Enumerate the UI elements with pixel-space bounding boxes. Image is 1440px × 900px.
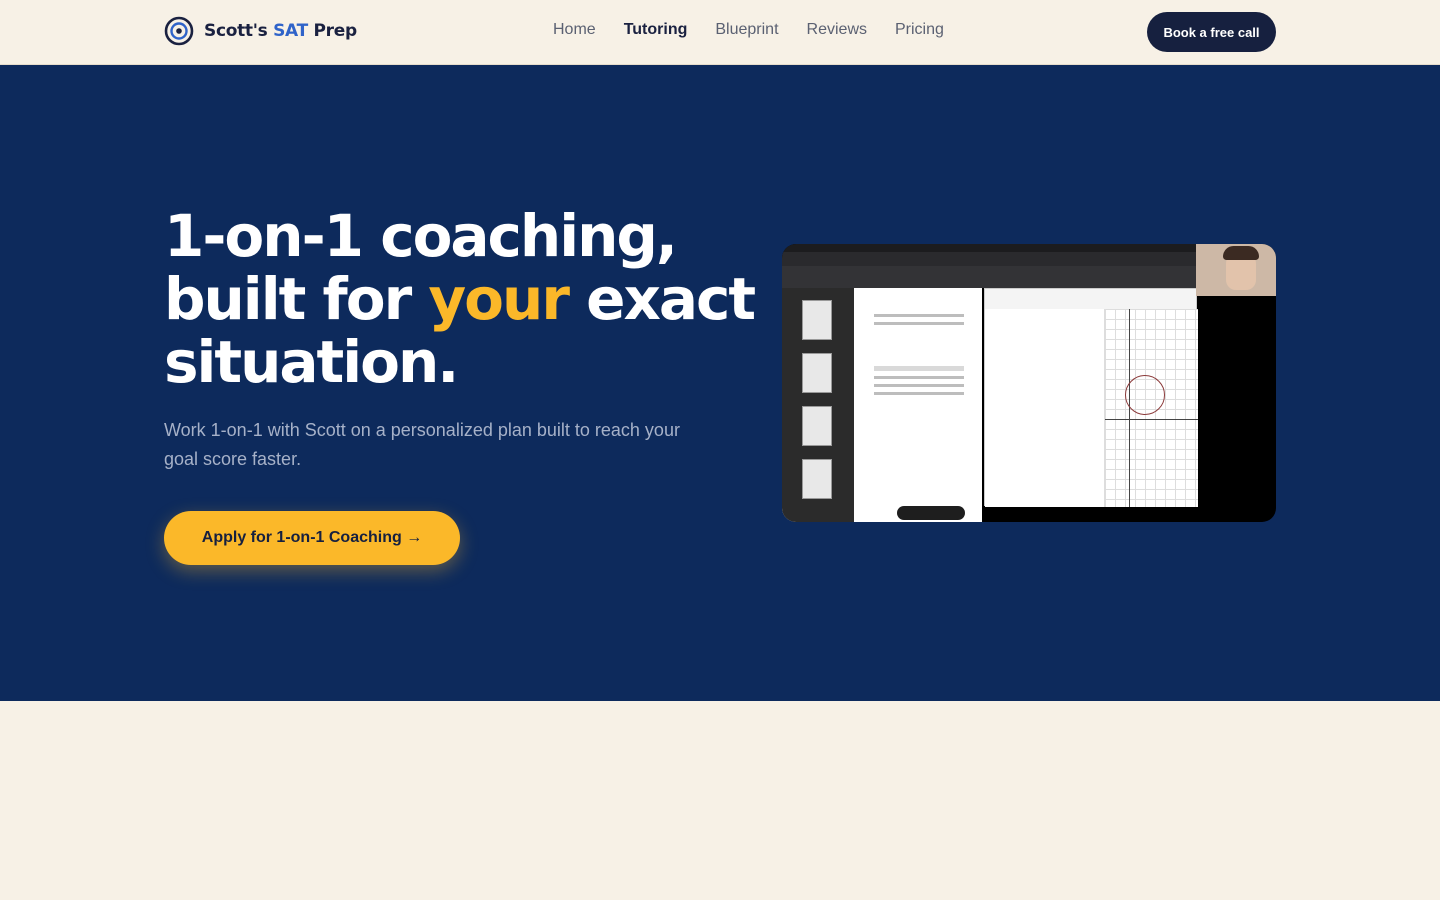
headline-line-1: 1-on-1 coaching, [164, 202, 678, 270]
brand-suffix: Prep [313, 21, 358, 41]
lower-section [0, 701, 1440, 900]
pdf-thumbnail [802, 406, 832, 446]
headline-line-2-end: exact [567, 265, 756, 333]
brand-prefix: Scott's [204, 21, 268, 41]
tutoring-session-screenshot [782, 244, 1276, 522]
brand-name: Scott's SAT Prep [204, 21, 357, 41]
book-free-call-button[interactable]: Book a free call [1147, 12, 1276, 52]
headline-highlight: your [428, 265, 570, 333]
hero-section: 1-on-1 coaching, built for your exact si… [0, 65, 1440, 701]
pdf-thumbnails [782, 288, 854, 522]
nav-tutoring[interactable]: Tutoring [624, 21, 688, 39]
apply-coaching-button[interactable]: Apply for 1-on-1 Coaching → [164, 511, 460, 565]
headline-line-3: situation. [164, 328, 459, 396]
nav-reviews[interactable]: Reviews [807, 21, 867, 39]
headline-line-2-start: built for [164, 265, 429, 333]
target-icon [164, 16, 194, 46]
pdf-thumbnail [802, 353, 832, 393]
top-navigation-bar: Scott's SAT Prep Home Tutoring Blueprint… [0, 0, 1440, 65]
mac-menu-bar [782, 244, 1196, 252]
pdf-text-line [874, 392, 964, 395]
brand-accent: SAT [273, 21, 308, 41]
graph-circle [1125, 375, 1165, 415]
nav-blueprint[interactable]: Blueprint [715, 21, 778, 39]
nav-pricing[interactable]: Pricing [895, 21, 944, 39]
pdf-text-line [874, 314, 964, 317]
pdf-thumbnail [802, 300, 832, 340]
pdf-text-line [874, 384, 964, 387]
nav-home[interactable]: Home [553, 21, 596, 39]
main-nav: Home Tutoring Blueprint Reviews Pricing [553, 21, 944, 39]
brand-logo[interactable]: Scott's SAT Prep [164, 16, 357, 46]
pdf-thumbnail [802, 459, 832, 499]
browser-tabs [782, 252, 1196, 266]
browser-address-bar [782, 266, 1196, 288]
annotation-toolbar [897, 506, 965, 520]
webcam-feed [1196, 244, 1276, 296]
hero-subtitle: Work 1-on-1 with Scott on a personalized… [164, 420, 680, 469]
student-hair [1223, 246, 1259, 260]
pdf-question-header [874, 366, 964, 371]
graph-x-axis [1105, 419, 1198, 420]
hero-headline: 1-on-1 coaching, built for your exact si… [164, 205, 764, 394]
pdf-text-line [874, 322, 964, 325]
desmos-graphing-calculator [984, 288, 1198, 507]
desmos-expression-list [985, 309, 1105, 507]
pdf-text-line [874, 376, 964, 379]
